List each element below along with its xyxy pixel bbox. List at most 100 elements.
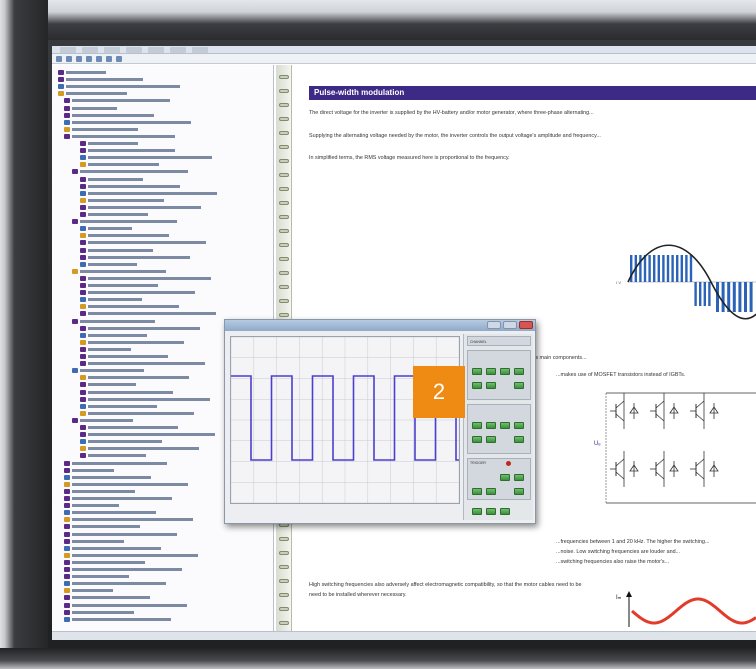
tree-item[interactable] — [80, 438, 162, 445]
tree-item[interactable] — [64, 105, 117, 112]
tree-item[interactable] — [80, 275, 211, 282]
menu-item[interactable] — [104, 46, 120, 53]
tree-item[interactable] — [80, 190, 217, 197]
tree-item[interactable] — [64, 594, 150, 601]
tree-item[interactable] — [64, 580, 166, 587]
scope-control-button[interactable] — [486, 368, 496, 375]
menu-item[interactable] — [82, 46, 98, 53]
menu-item[interactable] — [60, 46, 76, 53]
tree-item[interactable] — [80, 396, 210, 403]
scope-control-button[interactable] — [472, 488, 482, 495]
tree-item[interactable] — [80, 161, 159, 168]
scope-control-button[interactable] — [500, 422, 510, 429]
toolbar-button[interactable] — [96, 55, 102, 62]
tree-item[interactable] — [64, 97, 170, 104]
tree-item[interactable] — [80, 431, 215, 438]
tree-item[interactable] — [72, 417, 133, 424]
scope-control-button[interactable] — [514, 488, 524, 495]
tree-item[interactable] — [80, 389, 173, 396]
tree-item[interactable] — [80, 176, 143, 183]
tree-item[interactable] — [72, 168, 188, 175]
tree-item[interactable] — [64, 523, 140, 530]
close-button[interactable] — [519, 321, 533, 329]
channel-select[interactable]: CHANNEL — [467, 336, 531, 346]
tree-item[interactable] — [80, 282, 158, 289]
tree-item[interactable] — [64, 133, 175, 140]
tree-item[interactable] — [80, 204, 201, 211]
tree-item[interactable] — [80, 346, 131, 353]
scope-control-button[interactable] — [472, 436, 482, 443]
tree-item[interactable] — [64, 119, 191, 126]
tree-item[interactable] — [80, 147, 175, 154]
scope-control-button[interactable] — [500, 368, 510, 375]
tree-item[interactable] — [64, 481, 188, 488]
tree-item[interactable] — [58, 69, 106, 76]
scope-control-button[interactable] — [486, 422, 496, 429]
tree-item[interactable] — [80, 452, 146, 459]
tree-item[interactable] — [80, 303, 179, 310]
tree-item[interactable] — [64, 509, 156, 516]
tree-item[interactable] — [80, 140, 138, 147]
tree-item[interactable] — [64, 566, 182, 573]
tree-item[interactable] — [80, 332, 147, 339]
scope-control-button[interactable] — [514, 422, 524, 429]
tree-item[interactable] — [80, 296, 142, 303]
tree-item[interactable] — [58, 76, 143, 83]
tree-item[interactable] — [64, 616, 171, 623]
scope-control-button[interactable] — [514, 474, 524, 481]
scope-control-button[interactable] — [472, 508, 482, 515]
tree-item[interactable] — [80, 381, 136, 388]
maximize-button[interactable] — [503, 321, 517, 329]
tree-item[interactable] — [64, 573, 129, 580]
tree-item[interactable] — [64, 531, 177, 538]
tree-item[interactable] — [80, 325, 200, 332]
tree-item[interactable] — [80, 183, 180, 190]
toolbar-button[interactable] — [86, 55, 92, 62]
menu-item[interactable] — [170, 46, 186, 53]
tree-item[interactable] — [80, 154, 212, 161]
tree-item[interactable] — [72, 218, 177, 225]
tree-item[interactable] — [80, 211, 148, 218]
tree-item[interactable] — [64, 495, 172, 502]
menu-item[interactable] — [192, 46, 208, 53]
tree-item[interactable] — [64, 112, 154, 119]
tree-item[interactable] — [80, 247, 153, 254]
tree-item[interactable] — [80, 254, 190, 261]
tree-item[interactable] — [64, 516, 193, 523]
tree-item[interactable] — [58, 90, 127, 97]
tree-item[interactable] — [80, 197, 164, 204]
tree-item[interactable] — [58, 83, 180, 90]
tree-item[interactable] — [64, 587, 113, 594]
tree-item[interactable] — [80, 410, 194, 417]
tree-item[interactable] — [80, 445, 199, 452]
tree-item[interactable] — [80, 360, 205, 367]
tree-item[interactable] — [64, 488, 135, 495]
tree-item[interactable] — [72, 367, 144, 374]
tree-item[interactable] — [64, 559, 145, 566]
tree-item[interactable] — [64, 502, 119, 509]
menu-item[interactable] — [148, 46, 164, 53]
toolbar-button[interactable] — [66, 55, 72, 62]
tree-item[interactable] — [80, 239, 206, 246]
tree-item[interactable] — [64, 602, 187, 609]
scope-control-button[interactable] — [472, 382, 482, 389]
oscilloscope-window[interactable]: CHANNEL TRIGGER — [224, 319, 536, 524]
minimize-button[interactable] — [487, 321, 501, 329]
toolbar-button[interactable] — [106, 55, 112, 62]
tree-item[interactable] — [80, 374, 189, 381]
scope-control-button[interactable] — [514, 368, 524, 375]
tree-item[interactable] — [72, 318, 155, 325]
scope-control-button[interactable] — [472, 422, 482, 429]
tree-item[interactable] — [80, 232, 169, 239]
toolbar-button[interactable] — [56, 55, 62, 62]
scope-control-button[interactable] — [486, 508, 496, 515]
scope-control-button[interactable] — [514, 382, 524, 389]
tree-item[interactable] — [80, 353, 168, 360]
tree-item[interactable] — [64, 545, 161, 552]
tree-item[interactable] — [80, 403, 157, 410]
scope-control-button[interactable] — [486, 488, 496, 495]
scope-control-button[interactable] — [486, 436, 496, 443]
tree-item[interactable] — [64, 467, 114, 474]
tree-item[interactable] — [64, 460, 167, 467]
tree-item[interactable] — [80, 225, 132, 232]
